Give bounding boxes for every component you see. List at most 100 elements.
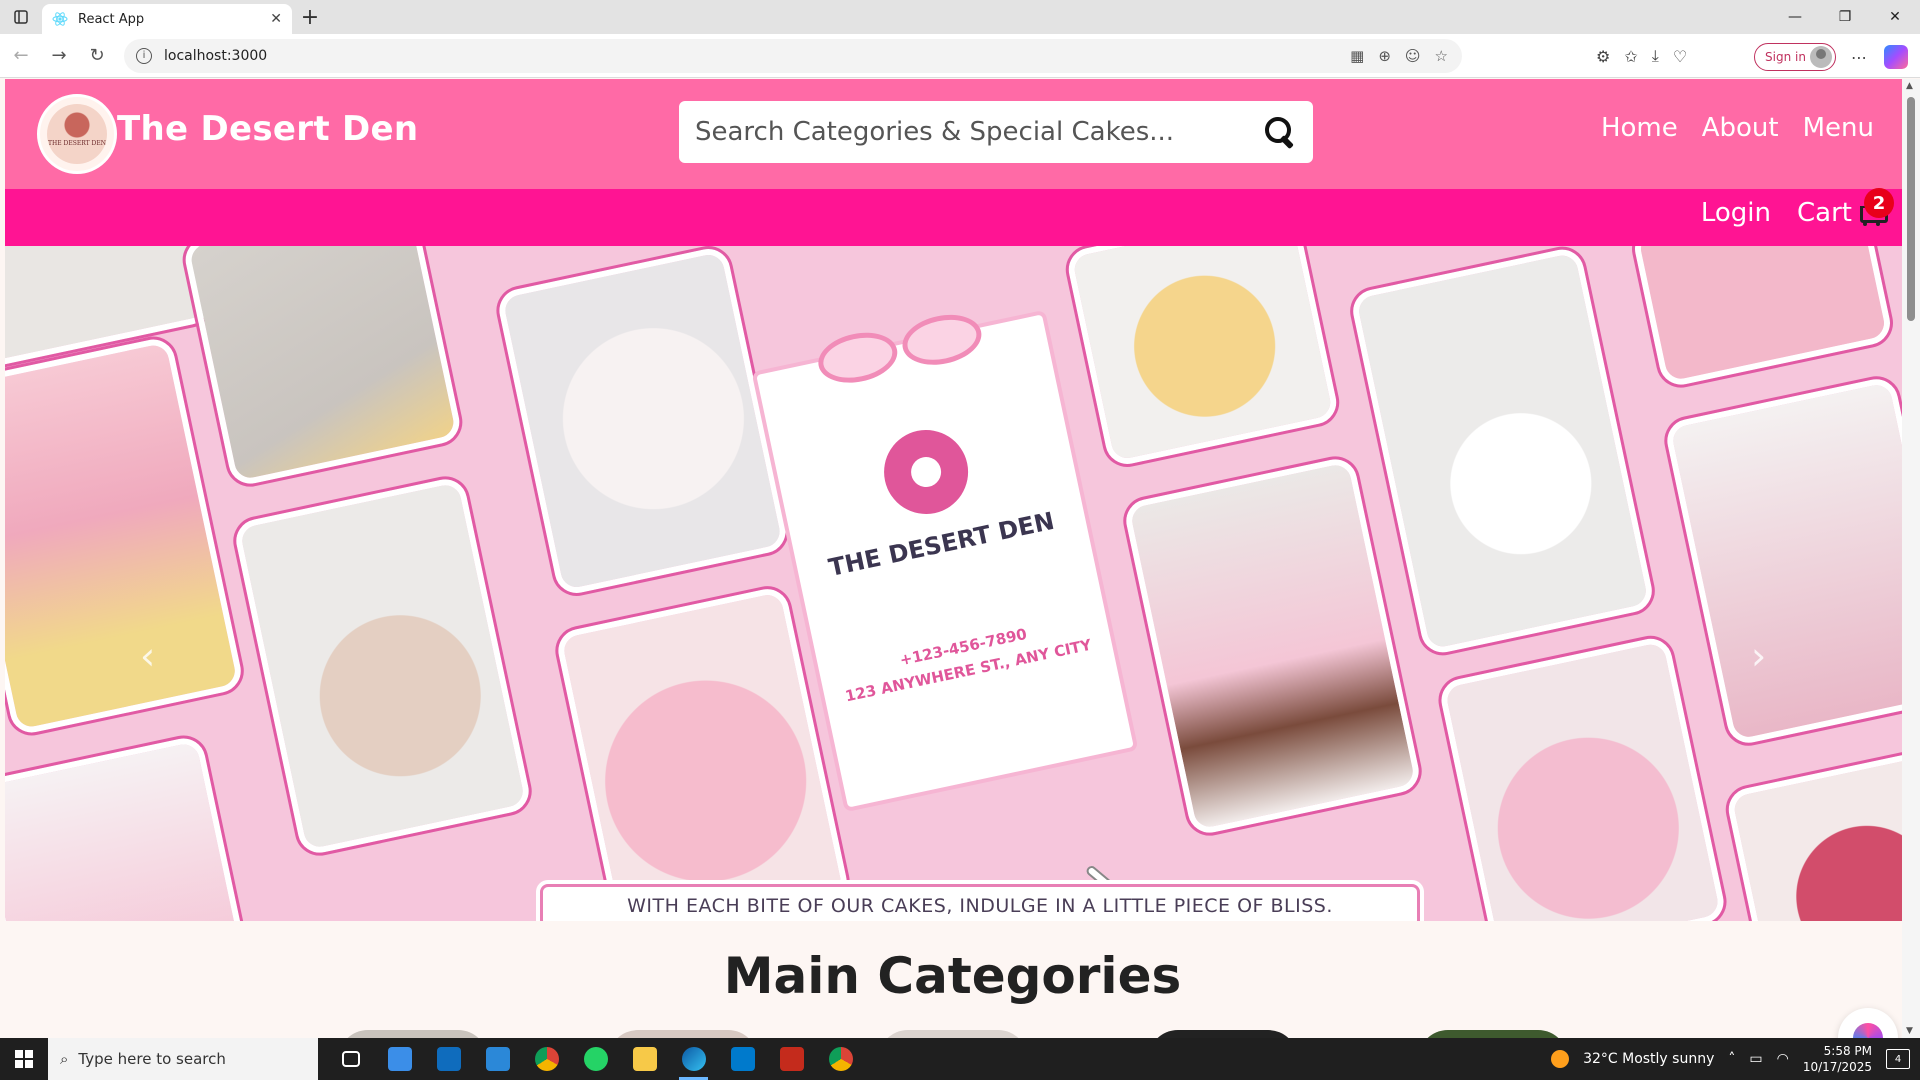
hero-carousel[interactable]: THE DESERT DEN +123-456-7890 123 ANYWHER… (5, 246, 1902, 921)
terminal-app-icon[interactable] (769, 1038, 814, 1080)
taskbar-search[interactable]: ⌕ Type here to search (48, 1038, 318, 1080)
toolbar-icons: ⚙ ✩ ⤓ ♡ (1596, 39, 1687, 73)
scrollbar-thumb[interactable] (1907, 97, 1915, 321)
cake-photo-tile (1659, 371, 1902, 751)
search-input[interactable] (695, 117, 1263, 147)
more-options-icon[interactable]: ⋯ (1846, 43, 1872, 71)
tracking-icon[interactable]: ☺ (1405, 47, 1421, 65)
site-logo[interactable]: THE DESERT DEN (37, 94, 117, 174)
windows-taskbar: ⌕ Type here to search 32°C Mostly sunny … (0, 1038, 1920, 1080)
main-nav: Home About Menu (1601, 113, 1874, 143)
zoom-icon[interactable]: ⊕ (1378, 47, 1391, 65)
browser-essentials-icon[interactable]: ♡ (1673, 47, 1687, 66)
hero-tagline: WITH EACH BITE OF OUR CAKES, INDULGE IN … (540, 884, 1420, 921)
cart-link[interactable]: Cart 2 (1797, 188, 1894, 228)
cart-label: Cart (1797, 198, 1852, 228)
edge-icon[interactable] (671, 1038, 716, 1080)
sub-navbar: Login Cart 2 (5, 188, 1902, 246)
extensions-icon[interactable]: ⚙ (1596, 47, 1610, 66)
restore-icon[interactable]: ❐ (1820, 0, 1870, 34)
cake-photo-tile (177, 246, 468, 492)
section-title: Main Categories (723, 947, 1182, 1005)
cake-photo-tile (5, 730, 259, 921)
reload-icon[interactable]: ↻ (78, 37, 116, 75)
taskbar-apps (328, 1038, 863, 1080)
page-scrollbar[interactable]: ▲ ▼ (1902, 79, 1920, 1038)
brand-name[interactable]: The Desert Den (117, 109, 418, 149)
chevron-up-icon[interactable]: ˄ (1728, 1051, 1735, 1067)
favorites-icon[interactable]: ✩ (1624, 47, 1637, 66)
logo-image: THE DESERT DEN (47, 104, 107, 164)
wifi-icon[interactable]: ◠ (1777, 1051, 1789, 1067)
cake-photo-tile (1627, 246, 1898, 393)
category-thumbnail[interactable] (878, 1030, 1028, 1038)
chrome-icon[interactable] (524, 1038, 569, 1080)
cake-photo-tile (1721, 740, 1902, 921)
donut-icon (876, 422, 976, 522)
react-icon (52, 12, 68, 26)
nav-menu-link[interactable]: Menu (1803, 113, 1874, 143)
ai-assistant-button[interactable] (1838, 1008, 1898, 1038)
vscode-icon[interactable] (720, 1038, 765, 1080)
new-tab-button[interactable]: + (292, 2, 328, 32)
carousel-next-icon[interactable]: › (1751, 637, 1781, 675)
sign-in-button[interactable]: Sign in (1754, 43, 1836, 71)
reader-view-icon[interactable]: ▦ (1350, 47, 1364, 65)
search-box[interactable] (679, 101, 1313, 163)
url-bar[interactable]: i localhost:3000 ▦ ⊕ ☺ ☆ (124, 38, 1462, 73)
carousel-prev-icon[interactable]: ‹ (140, 637, 170, 675)
clock-date: 10/17/2025 (1802, 1060, 1872, 1074)
weather-text[interactable]: 32°C Mostly sunny (1583, 1051, 1714, 1067)
forward-icon[interactable]: → (40, 37, 78, 75)
category-thumbnail[interactable] (608, 1030, 758, 1038)
store-icon[interactable] (377, 1038, 422, 1080)
cake-photo-tile (5, 332, 249, 740)
close-window-icon[interactable]: ✕ (1870, 0, 1920, 34)
tab-title: React App (78, 11, 145, 27)
start-button[interactable] (0, 1038, 48, 1080)
whatsapp-icon[interactable] (573, 1038, 618, 1080)
clock[interactable]: 5:58 PM 10/17/2025 (1803, 1043, 1872, 1075)
close-tab-icon[interactable]: ✕ (270, 11, 282, 27)
cake-photo-tile (491, 246, 794, 601)
ai-brain-icon (1853, 1023, 1883, 1038)
outlook-icon[interactable] (426, 1038, 471, 1080)
notifications-icon[interactable]: 4 (1886, 1049, 1910, 1069)
search-icon[interactable] (1263, 115, 1297, 149)
weather-icon[interactable] (1551, 1050, 1570, 1068)
cake-photo-tile (1118, 451, 1427, 841)
nav-home-link[interactable]: Home (1601, 113, 1678, 143)
category-thumbnail[interactable] (338, 1030, 488, 1038)
cake-photo-tile (1345, 246, 1660, 660)
favorite-star-icon[interactable]: ☆ (1435, 47, 1448, 65)
minimize-icon[interactable]: — (1770, 0, 1820, 34)
cake-photo-tile (228, 471, 537, 861)
copilot-icon[interactable] (1884, 45, 1908, 69)
profile-avatar-icon (1810, 46, 1832, 68)
windows-icon (15, 1050, 33, 1068)
cake-photo-tile (1061, 246, 1344, 472)
category-thumbnail[interactable] (1418, 1030, 1568, 1038)
battery-icon[interactable]: ▭ (1749, 1051, 1762, 1067)
file-explorer-icon[interactable] (622, 1038, 667, 1080)
card-title: THE DESERT DEN (826, 506, 1057, 582)
site-info-icon[interactable]: i (136, 47, 152, 64)
sign-in-label: Sign in (1765, 50, 1806, 64)
scroll-down-icon[interactable]: ▼ (1906, 1026, 1913, 1036)
back-icon[interactable]: ← (2, 37, 40, 75)
downloads-icon[interactable]: ⤓ (1652, 46, 1659, 66)
nav-about-link[interactable]: About (1702, 113, 1779, 143)
login-link[interactable]: Login (1701, 198, 1771, 228)
task-view-icon[interactable] (328, 1038, 373, 1080)
category-thumbnail[interactable] (1148, 1030, 1298, 1038)
chrome-profile-icon[interactable] (818, 1038, 863, 1080)
address-toolbar: ← → ↻ i localhost:3000 ▦ ⊕ ☺ ☆ ⚙ ✩ ⤓ ♡ (0, 34, 1920, 78)
paint-icon[interactable] (475, 1038, 520, 1080)
url-text[interactable]: localhost:3000 (164, 48, 267, 64)
browser-tab[interactable]: React App ✕ (42, 4, 292, 34)
cake-photo-tile (550, 581, 855, 921)
site-header: THE DESERT DEN The Desert Den Home About… (5, 79, 1902, 189)
scroll-up-icon[interactable]: ▲ (1906, 81, 1913, 91)
cake-photo-tile (1433, 631, 1732, 921)
tab-actions-icon[interactable] (0, 0, 42, 34)
